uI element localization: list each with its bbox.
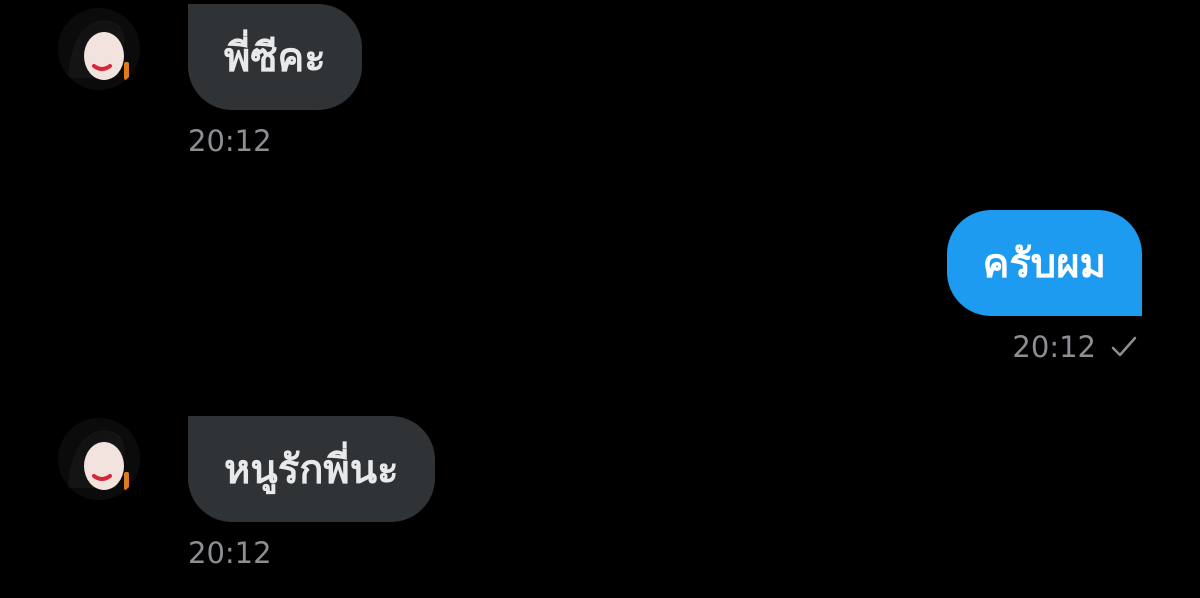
- message-timestamp: 20:12: [1012, 330, 1096, 364]
- message-meta: 20:12: [1012, 330, 1138, 364]
- chat-thread: พี่ซีคะ 20:12 ครับผม 20:12 หนูรักพี่นะ 2…: [0, 0, 1200, 598]
- message-text: หนูรักพี่นะ: [224, 447, 399, 493]
- message-text: พี่ซีคะ: [224, 35, 326, 81]
- message-timestamp: 20:12: [188, 124, 272, 158]
- message-bubble-incoming[interactable]: พี่ซีคะ: [188, 4, 362, 110]
- message-text: ครับผม: [982, 241, 1106, 287]
- check-icon: [1110, 335, 1138, 359]
- avatar-icon[interactable]: [58, 8, 140, 90]
- message-bubble-outgoing[interactable]: ครับผม: [946, 210, 1142, 316]
- message-timestamp: 20:12: [188, 536, 272, 570]
- avatar-icon[interactable]: [58, 418, 140, 500]
- message-bubble-incoming[interactable]: หนูรักพี่นะ: [188, 416, 435, 522]
